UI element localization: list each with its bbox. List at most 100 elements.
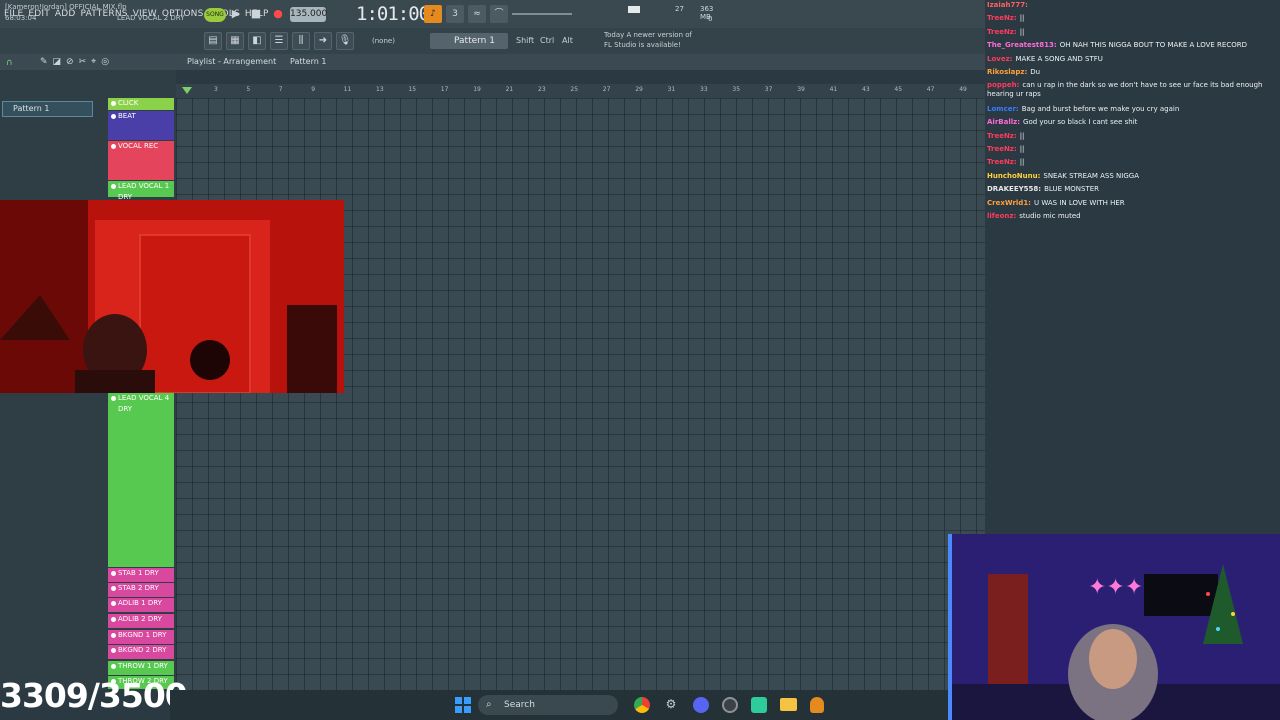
stop-icon[interactable]: ■ <box>248 6 264 22</box>
ctrl-key[interactable]: Ctrl <box>540 33 554 49</box>
ruler-bar-number: 41 <box>829 86 838 93</box>
track-mute-icon[interactable] <box>111 184 116 189</box>
track-label: ADLIB 1 DRY <box>118 599 162 607</box>
chat-username[interactable]: TreeNz: <box>987 158 1017 166</box>
screen: FILE EDIT ADD PATTERNS VIEW OPTIONS TOOL… <box>0 0 1280 720</box>
playhead-marker[interactable] <box>182 87 192 94</box>
track-label: STAB 2 DRY <box>118 584 159 592</box>
taskbar-search[interactable]: ⌕ Search <box>478 695 618 715</box>
playlist-tools[interactable]: ✎◪⊘✂⌖◎ <box>40 57 114 67</box>
chat-username[interactable]: AirBallz: <box>987 118 1020 126</box>
chat-username[interactable]: CrexWrld1: <box>987 199 1031 207</box>
chat-username[interactable]: TreeNz: <box>987 145 1017 153</box>
timeline-ruler[interactable]: 3 5 7 9 11 13 15 17 19 21 23 25 27 29 31 33 35 37 39 41 43 45… <box>176 84 985 98</box>
track-header[interactable]: THROW 1 DRY <box>108 661 174 675</box>
chat-message: Izaiah777: <box>987 1 1031 9</box>
track-mute-icon[interactable] <box>111 648 116 653</box>
chat-text: MAKE A SONG AND STFU <box>1015 54 1103 63</box>
discord-icon[interactable] <box>693 697 709 713</box>
track-mute-icon[interactable] <box>111 101 116 106</box>
chat-username[interactable]: The_Greatest813: <box>987 41 1057 49</box>
obs-icon[interactable] <box>722 697 738 713</box>
track-mute-icon[interactable] <box>111 633 116 638</box>
folder-icon[interactable] <box>780 698 797 711</box>
chat-message: poppeh: can u rap in the dark so we don't… <box>987 81 1277 99</box>
track-header[interactable]: STAB 2 DRY <box>108 583 174 597</box>
chat-text: U WAS IN LOVE WITH HER <box>1033 198 1125 207</box>
song-mode-toggle[interactable]: SONG <box>204 8 226 22</box>
track-mute-icon[interactable] <box>111 601 116 606</box>
channel-rack-icon[interactable]: ◧ <box>248 32 266 50</box>
track-header[interactable]: BKGND 1 DRY <box>108 630 174 644</box>
playlist-icon[interactable]: ▤ <box>204 32 222 50</box>
ruler-bar-number: 21 <box>505 86 514 93</box>
shift-key[interactable]: Shift <box>516 33 534 49</box>
step-icon[interactable]: 3 <box>446 5 464 23</box>
chat-username[interactable]: Rikoslapz: <box>987 68 1027 76</box>
app-icon[interactable] <box>751 697 767 713</box>
track-header[interactable]: LEAD VOCAL 1 DRY <box>108 181 174 201</box>
chat-username[interactable]: Lovez: <box>987 55 1012 63</box>
chat-message: HunchoNunu: SNEAK STREAM ASS NIGGA <box>987 172 1139 180</box>
track-header[interactable]: BKGND 2 DRY <box>108 645 174 659</box>
chat-username[interactable]: lifeonz: <box>987 212 1016 220</box>
track-header[interactable]: ADLIB 1 DRY <box>108 598 174 612</box>
loop-icon[interactable]: ⌒ <box>490 5 508 23</box>
steam-icon[interactable]: ⚙ <box>663 697 679 713</box>
microphone-icon[interactable]: 🎙 <box>336 32 354 50</box>
track-mute-icon[interactable] <box>111 396 116 401</box>
tempo-display[interactable]: 135.000 <box>290 7 327 22</box>
pattern-selector[interactable]: Pattern 1 <box>430 33 508 49</box>
track-mute-icon[interactable] <box>111 114 116 119</box>
chat-username[interactable]: HunchoNunu: <box>987 172 1040 180</box>
chat-username[interactable]: TreeNz: <box>987 14 1017 22</box>
chat-username[interactable]: TreeNz: <box>987 132 1017 140</box>
polyphony-value: 0 <box>708 15 713 23</box>
track-header[interactable]: LEAD VOCAL 4 DRY <box>108 393 174 567</box>
track-mute-icon[interactable] <box>111 571 116 576</box>
mixer-icon[interactable]: ⫼ <box>292 32 310 50</box>
snap-selector[interactable]: (none) <box>366 33 414 49</box>
record-icon[interactable]: ● <box>270 6 286 22</box>
track-label: THROW 1 DRY <box>118 662 168 670</box>
wait-icon[interactable]: ≈ <box>468 5 486 23</box>
track-label: BKGND 2 DRY <box>118 646 167 654</box>
chat-text: studio mic muted <box>1019 212 1081 220</box>
chat-username[interactable]: Izaiah777: <box>987 1 1028 9</box>
browser-icon[interactable]: ☰ <box>270 32 288 50</box>
chrome-icon[interactable] <box>634 697 650 713</box>
update-news[interactable]: Today A newer version of FL Studio is av… <box>604 30 692 50</box>
track-mute-icon[interactable] <box>111 144 116 149</box>
magnet-icon[interactable]: ∩ <box>6 58 13 68</box>
metronome-icon[interactable]: ♪ <box>424 5 442 23</box>
track-header[interactable]: STAB 1 DRY <box>108 568 174 582</box>
ruler-bar-number: 23 <box>538 86 546 93</box>
track-mute-icon[interactable] <box>111 617 116 622</box>
track-mute-icon[interactable] <box>111 664 116 669</box>
windows-start-icon[interactable] <box>455 697 471 713</box>
track-mute-icon[interactable] <box>111 586 116 591</box>
picker-pattern[interactable]: Pattern 1 <box>2 101 93 117</box>
cpu-meter <box>628 6 640 13</box>
track-header[interactable]: ADLIB 2 DRY <box>108 614 174 628</box>
track-header[interactable]: VOCAL REC <box>108 141 174 180</box>
track-label: CLICK <box>118 99 139 107</box>
track-header[interactable]: CLICK <box>108 98 174 110</box>
piano-roll-icon[interactable]: ▦ <box>226 32 244 50</box>
chat-text: Bag and burst before we make you cry aga… <box>1021 104 1180 113</box>
track-header[interactable]: BEAT <box>108 111 174 140</box>
chat-username[interactable]: Lomcer: <box>987 105 1019 113</box>
plugin-icon[interactable]: ➜ <box>314 32 332 50</box>
play-icon[interactable]: ▶ <box>228 6 244 22</box>
fl-studio-icon[interactable] <box>810 697 824 713</box>
playlist-title: Playlist - Arrangement <box>187 57 277 66</box>
chat-username[interactable]: DRAKEEY558: <box>987 185 1041 193</box>
arrangement-grid[interactable] <box>176 98 985 690</box>
chat-username[interactable]: poppeh: <box>987 81 1019 89</box>
master-pitch-slider[interactable] <box>512 13 572 15</box>
chat-username[interactable]: TreeNz: <box>987 28 1017 36</box>
alt-key[interactable]: Alt <box>562 33 573 49</box>
goal-counter: 3309/3500 <box>0 676 188 715</box>
project-name: [Kameron!Jordan] OFFICIAL MIX.flp <box>5 3 127 11</box>
ruler-bar-number: 9 <box>311 86 316 93</box>
